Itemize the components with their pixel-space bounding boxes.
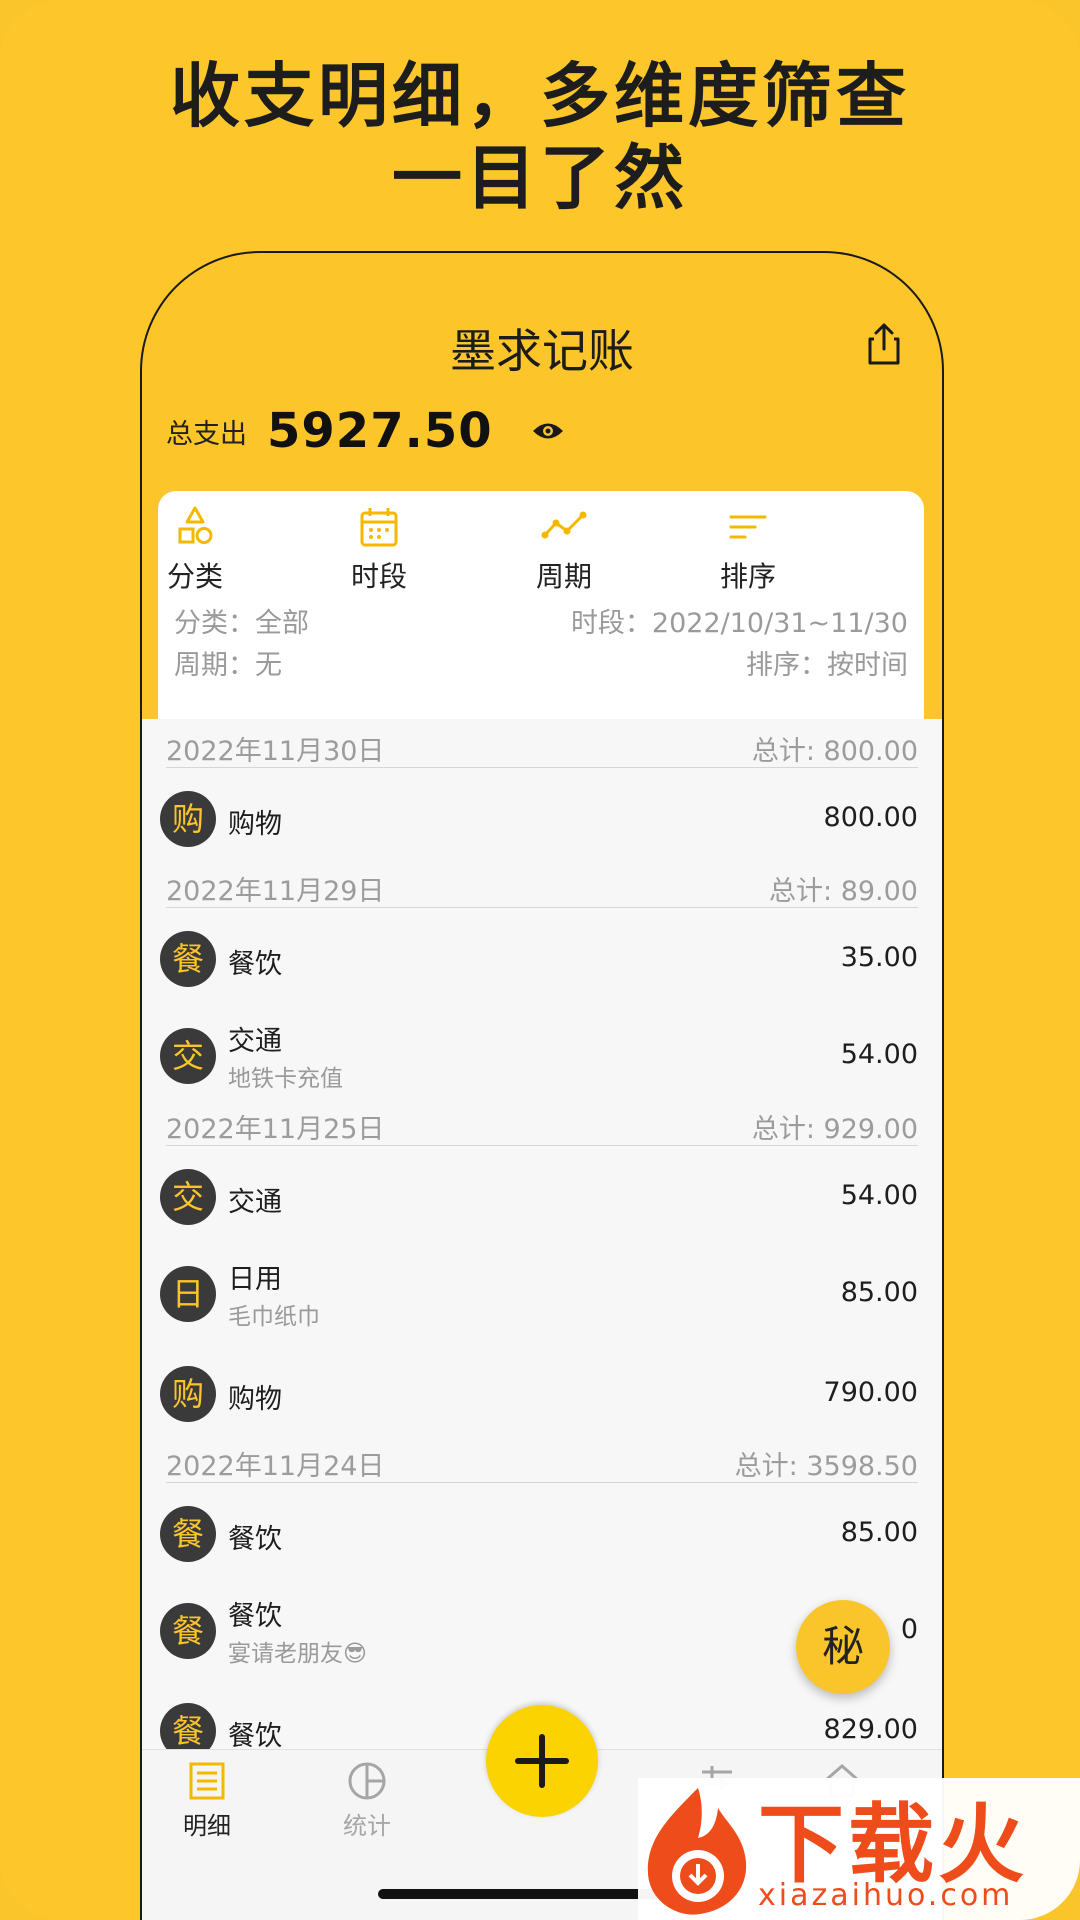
plus-icon	[515, 1734, 569, 1788]
app-title: 墨求记账	[450, 324, 634, 378]
category-shapes-icon	[178, 506, 213, 544]
category-badge-icon: 餐	[160, 1506, 216, 1562]
day-total: 总计: 929.00	[751, 1114, 918, 1145]
day-total: 总计: 800.00	[751, 736, 918, 767]
transaction-row[interactable]: 购 购物 800.00	[160, 784, 918, 854]
category-badge-icon: 日	[160, 1266, 216, 1322]
filter-category-label: 分类	[166, 560, 223, 593]
filter-card: 分类 时段 周期 排序 分类：全部 时段：2022/10/31~11/30 周期…	[158, 491, 924, 719]
eye-icon[interactable]	[531, 420, 565, 442]
sort-lines-icon	[729, 515, 767, 539]
transaction-row[interactable]: 购 购物 790.00	[160, 1359, 918, 1429]
transaction-amount: 85.00	[840, 1277, 918, 1308]
transaction-amount: 85.00	[840, 1517, 918, 1548]
day-date: 2022年11月29日	[166, 876, 385, 907]
filter-range-value: 时段：2022/10/31~11/30	[570, 608, 908, 639]
day-date: 2022年11月30日	[166, 736, 385, 767]
category-badge-icon: 交	[160, 1028, 216, 1084]
day-total: 总计: 3598.50	[734, 1451, 918, 1482]
transaction-row[interactable]: 餐 餐饮 85.00	[160, 1499, 918, 1569]
trend-line-icon	[541, 511, 587, 539]
filter-cycle-value: 周期：无	[174, 650, 282, 681]
headline-line2: 一目了然	[392, 137, 688, 219]
category-badge-icon: 交	[160, 1169, 216, 1225]
transaction-row[interactable]: 日 日用 毛巾纸巾 85.00	[160, 1257, 918, 1347]
transaction-amount: 829.00	[823, 1714, 918, 1745]
day-header: 2022年11月25日 总计: 929.00	[166, 1107, 918, 1146]
share-icon[interactable]	[864, 321, 904, 367]
transaction-category: 购物	[228, 1384, 282, 1415]
day-header: 2022年11月24日 总计: 3598.50	[166, 1444, 918, 1483]
transaction-amount: 54.00	[840, 1180, 918, 1211]
headline-line1: 收支明细，多维度筛查	[170, 55, 910, 137]
filter-range-label: 时段	[350, 560, 407, 593]
promo-headline: 收支明细，多维度筛查 一目了然	[0, 55, 1080, 219]
transaction-category: 交通	[228, 1026, 282, 1057]
transaction-category: 餐饮	[228, 1524, 282, 1555]
filter-sort-value: 排序：按时间	[746, 650, 908, 681]
calendar-icon	[360, 508, 398, 547]
transaction-row[interactable]: 交 交通 54.00	[160, 1162, 918, 1232]
transaction-amount: 800.00	[823, 802, 918, 833]
secret-fab-button[interactable]: 秘	[796, 1600, 890, 1694]
transaction-category: 餐饮	[228, 1721, 282, 1752]
category-badge-icon: 餐	[160, 1603, 216, 1659]
transaction-row[interactable]: 餐 餐饮 35.00	[160, 924, 918, 994]
tab-stats[interactable]: 统计	[322, 1760, 412, 1841]
total-expense-value: 5927.50	[267, 403, 493, 459]
day-date: 2022年11月24日	[166, 1451, 385, 1482]
watermark: 下载火 xiazaihuo.com	[638, 1778, 1080, 1920]
transaction-note: 宴请老朋友😎	[228, 1641, 367, 1667]
tab-detail[interactable]: 明细	[162, 1760, 252, 1841]
day-header: 2022年11月29日 总计: 89.00	[166, 869, 918, 908]
transaction-amount: 35.00	[840, 942, 918, 973]
transaction-note: 地铁卡充值	[228, 1066, 343, 1092]
filter-range-button[interactable]: 时段	[324, 505, 434, 595]
filter-category-value: 分类：全部	[174, 608, 309, 639]
watermark-url: xiazaihuo.com	[758, 1878, 1014, 1913]
filter-cycle-button[interactable]: 周期	[509, 505, 619, 595]
total-expense-row: 总支出 5927.50	[166, 403, 565, 459]
tab-detail-label: 明细	[183, 1812, 231, 1840]
filter-sort-button[interactable]: 排序	[693, 505, 803, 595]
transaction-category: 交通	[228, 1187, 282, 1218]
day-date: 2022年11月25日	[166, 1114, 385, 1145]
transaction-amount: 790.00	[823, 1377, 918, 1408]
flame-logo-icon	[647, 1788, 747, 1915]
category-badge-icon: 购	[160, 791, 216, 847]
total-expense-label: 总支出	[166, 418, 247, 450]
day-total: 总计: 89.00	[769, 876, 918, 907]
transaction-category: 餐饮	[228, 949, 282, 980]
phone-screen: 墨求记账 总支出 5927.50 分类 时段 周期 排序 分类：全部 时段：20…	[140, 251, 944, 1920]
day-header: 2022年11月30日 总计: 800.00	[166, 729, 918, 768]
transaction-category: 购物	[228, 809, 282, 840]
transaction-row[interactable]: 交 交通 地铁卡充值 54.00	[160, 1019, 918, 1109]
category-badge-icon: 餐	[160, 931, 216, 987]
transaction-category: 日用	[228, 1264, 282, 1295]
add-record-button[interactable]	[486, 1705, 598, 1817]
filter-sort-label: 排序	[719, 560, 776, 593]
filter-cycle-label: 周期	[535, 560, 592, 593]
list-icon	[189, 1762, 225, 1800]
transaction-amount: 54.00	[840, 1039, 918, 1070]
tab-stats-label: 统计	[343, 1812, 391, 1840]
category-badge-icon: 购	[160, 1366, 216, 1422]
transaction-category: 餐饮	[228, 1601, 282, 1632]
filter-category-button[interactable]: 分类	[142, 505, 250, 595]
promo-background: 收支明细，多维度筛查 一目了然 墨求记账 总支出 5927.50 分类 时段 周…	[0, 0, 1080, 1920]
pie-chart-icon	[348, 1762, 386, 1800]
transaction-amount: 0	[900, 1614, 918, 1645]
transaction-note: 毛巾纸巾	[228, 1304, 320, 1330]
